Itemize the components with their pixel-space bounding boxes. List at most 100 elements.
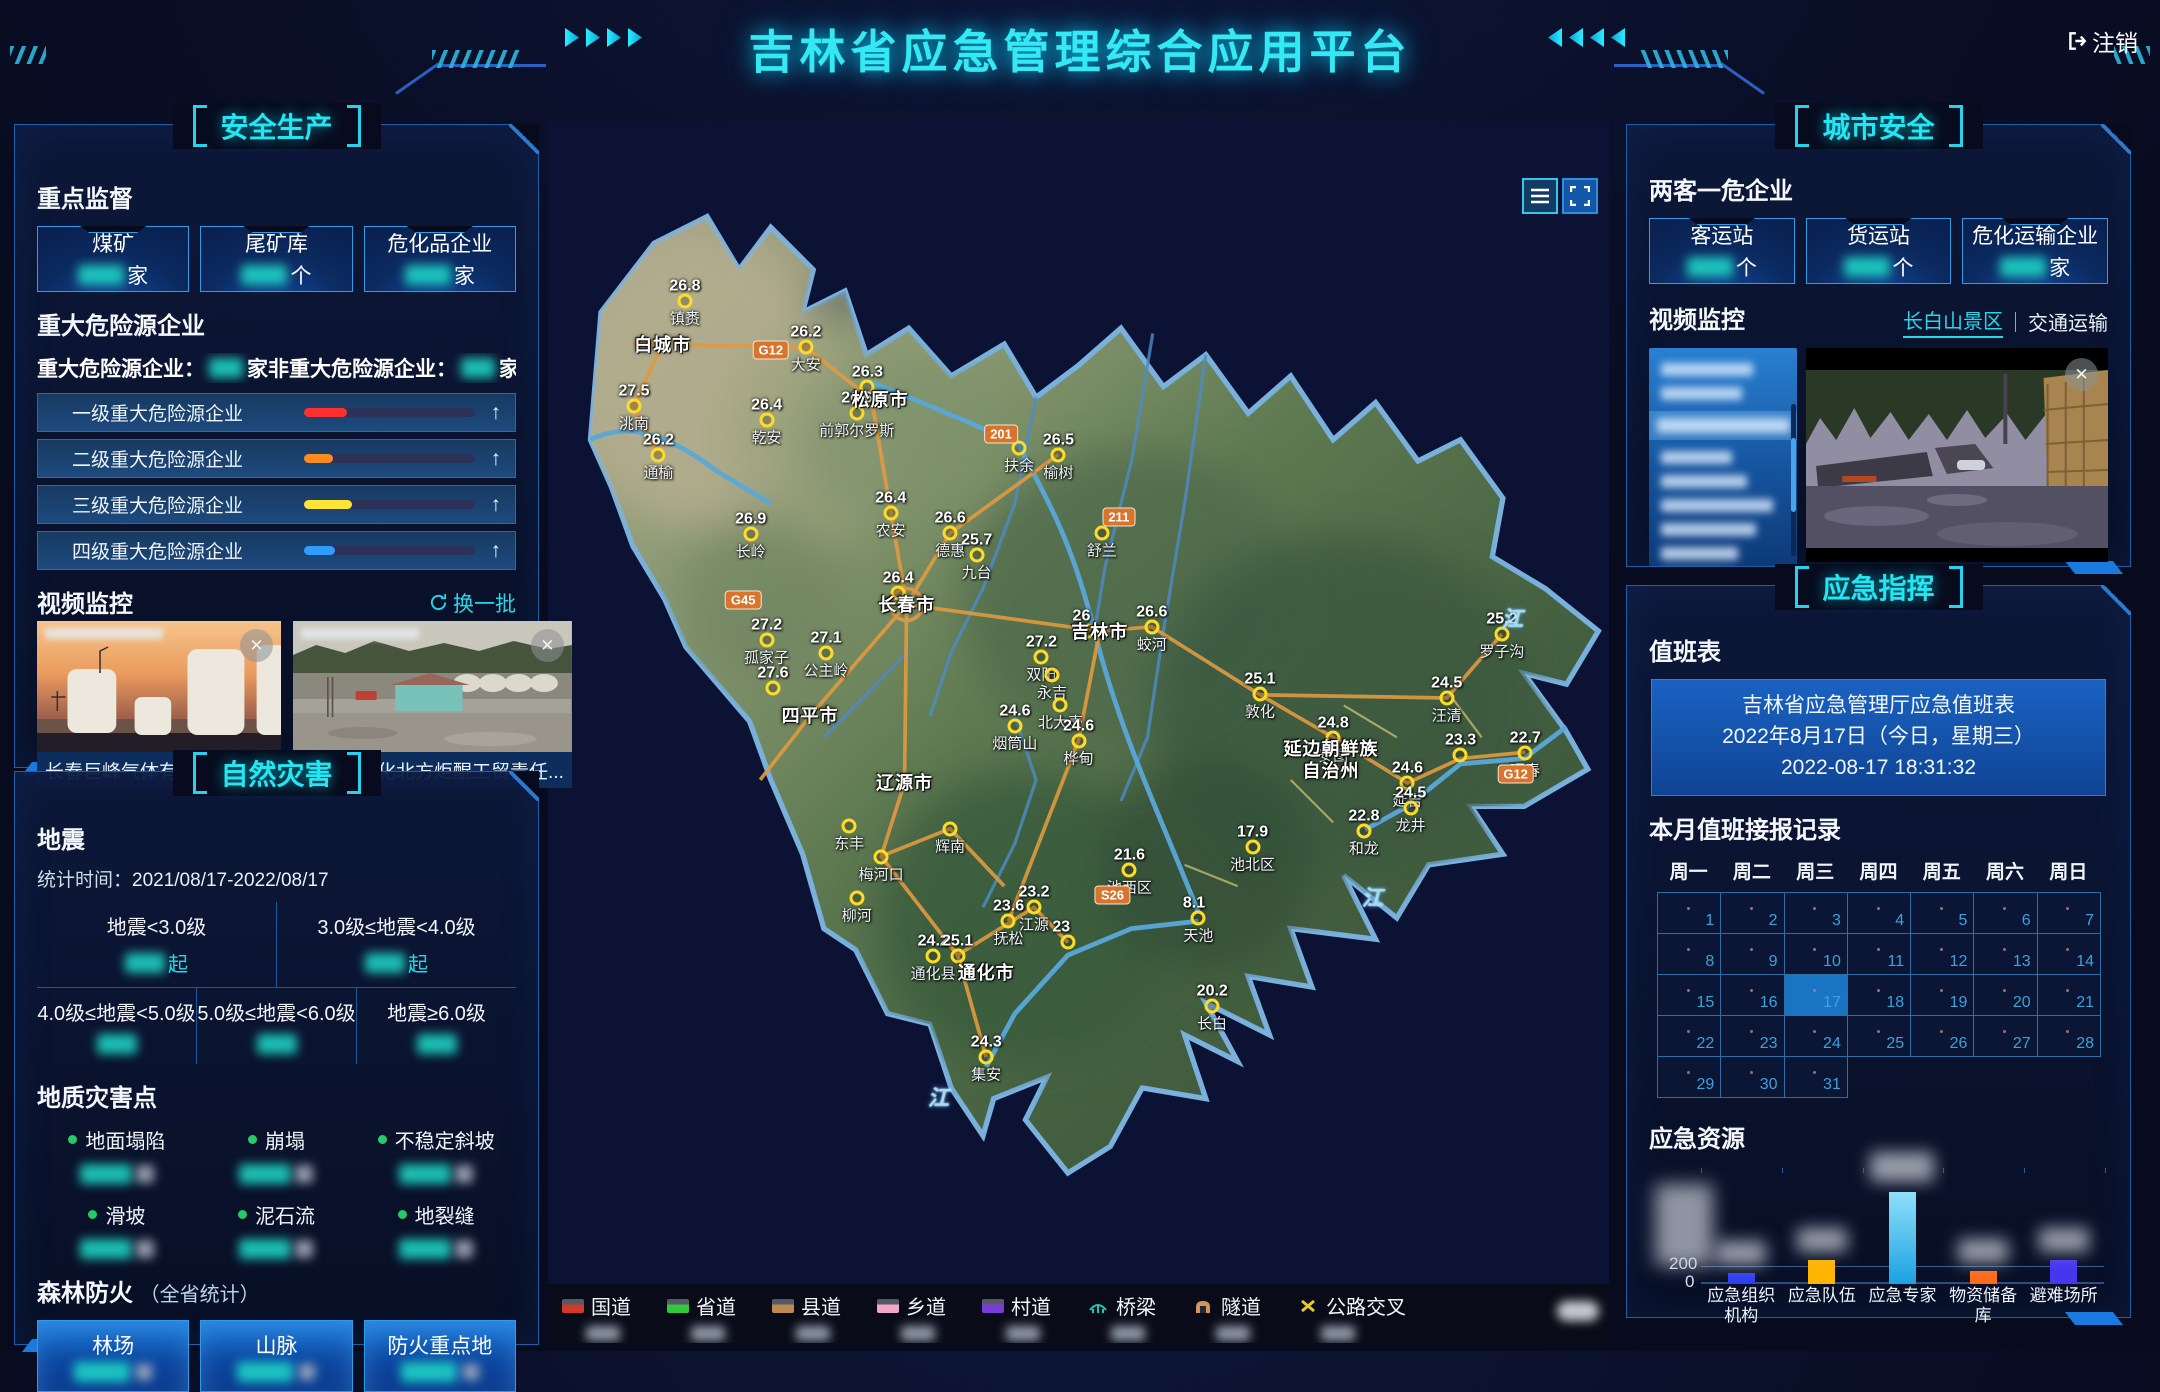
camera-list-item[interactable] [1661,499,1773,512]
calendar-day-22[interactable]: 22 [1657,1015,1721,1057]
calendar-day-number: 13 [2013,953,2031,971]
calendar-day-16[interactable]: 16 [1720,974,1784,1016]
calendar-day-11[interactable]: 11 [1847,933,1911,975]
close-icon[interactable]: ✕ [2065,358,2098,391]
legend-swatch [877,1299,899,1313]
duty-schedule-card[interactable]: 吉林省应急管理厅应急值班表 2022年8月17日（今日，星期三） 2022-08… [1651,679,2106,796]
map-fullscreen-button[interactable] [1562,178,1598,214]
logout-button[interactable]: 注销 [2066,24,2138,58]
calendar-day-27[interactable]: 27 [1973,1015,2037,1057]
section-title-forest: 森林防火 （全省统计） [37,1273,516,1308]
calendar-day-6[interactable]: 6 [1973,892,2037,934]
calendar-day-20[interactable]: 20 [1973,974,2037,1016]
calendar-day-26[interactable]: 26 [1910,1015,1974,1057]
calendar-day-31[interactable]: 31 [1784,1056,1848,1098]
value-redacted [136,1364,152,1380]
camera-list-item[interactable] [1661,547,1738,560]
forest-card-防火重点地[interactable]: 防火重点地 [364,1320,516,1392]
camera-list-item-selected[interactable] [1649,411,1797,440]
card-value: 家 [78,260,148,290]
weather-station-乾安: 26.4乾安 [759,413,774,428]
camera-list-item[interactable] [1661,475,1747,488]
station-name: 和龙 [1349,837,1379,858]
enterprise-card-客运站[interactable]: 客运站个 [1649,218,1795,284]
legend-item-国道[interactable]: 国道 [562,1291,631,1343]
legend-item-公路交叉[interactable]: 公路交叉 [1297,1291,1406,1343]
legend-item-乡道[interactable]: 乡道 [877,1291,946,1343]
calendar-day-19[interactable]: 19 [1910,974,1974,1016]
enterprise-card-危化运输企业[interactable]: 危化运输企业家 [1962,218,2108,284]
camera-timestamp-redacted [45,628,163,639]
calendar-day-5[interactable]: 5 [1910,892,1974,934]
camera-list-item[interactable] [1661,387,1742,400]
calendar-day-15[interactable]: 15 [1657,974,1721,1016]
section-title-resource: 应急资源 [1649,1119,2108,1154]
calendar-day-10[interactable]: 10 [1784,933,1848,975]
list-scrollbar[interactable] [1791,404,1796,556]
legend-item-省道[interactable]: 省道 [667,1291,736,1343]
calendar-day-4[interactable]: 4 [1847,892,1911,934]
supervision-card-尾矿库[interactable]: 尾矿库个 [200,226,352,292]
tab-交通运输[interactable]: 交通运输 [2028,307,2108,336]
calendar-dot [1687,1071,1690,1074]
calendar-day-3[interactable]: 3 [1784,892,1848,934]
calendar-day-29[interactable]: 29 [1657,1056,1721,1098]
calendar-day-23[interactable]: 23 [1720,1015,1784,1057]
calendar-day-25[interactable]: 25 [1847,1015,1911,1057]
arrow-icon [628,28,642,47]
calendar-day-17[interactable]: 17 [1784,974,1848,1016]
calendar-day-number: 22 [1696,1035,1714,1053]
refresh-batch-link[interactable]: 换一批 [429,588,516,618]
map-layers-button[interactable] [1522,178,1558,214]
legend-item-桥梁[interactable]: 桥梁 [1087,1291,1156,1343]
calendar-dot [1750,948,1753,951]
calendar-day-number: 24 [1823,1035,1841,1053]
province-map[interactable]: 26.8镇赉27.5洮南26.2大安26.4乾安26.2通榆26.326.6前郭… [548,121,1609,1343]
calendar-dot [1813,1030,1816,1033]
geo-hazard-item: 泥石流 [197,1200,357,1259]
scrollbar-thumb[interactable] [1791,438,1796,512]
supervision-card-危化品企业[interactable]: 危化品企业家 [364,226,516,292]
tab-长白山景区[interactable]: 长白山景区 [1903,305,2003,338]
calendar-day-30[interactable]: 30 [1720,1056,1784,1098]
calendar-day-13[interactable]: 13 [1973,933,2037,975]
calendar-day-18[interactable]: 18 [1847,974,1911,1016]
calendar-day-7[interactable]: 7 [2037,892,2101,934]
card-unit: 家 [127,260,148,290]
legend-item-县道[interactable]: 县道 [772,1291,841,1343]
calendar-day-2[interactable]: 2 [1720,892,1784,934]
forest-card-林场[interactable]: 林场 [37,1320,189,1392]
value-redacted [74,1362,130,1382]
calendar-day-9[interactable]: 9 [1720,933,1784,975]
legend-item-隧道[interactable]: 隧道 [1192,1291,1261,1343]
close-icon[interactable]: ✕ [240,629,273,662]
calendar-day-1[interactable]: 1 [1657,892,1721,934]
calendar-day-14[interactable]: 14 [2037,933,2101,975]
calendar-day-8[interactable]: 8 [1657,933,1721,975]
card-unit: 个 [1893,252,1914,282]
calendar-day-number: 12 [1950,953,1968,971]
city-video-player[interactable]: ✕ [1806,348,2108,562]
camera-list-item[interactable] [1661,523,1756,536]
calendar-day-24[interactable]: 24 [1784,1015,1848,1057]
up-arrow-icon: ↑ [491,402,502,423]
calendar-day-21[interactable]: 21 [2037,974,2101,1016]
value-redacted [455,1165,473,1183]
station-name: 长岭 [736,541,766,562]
quake-cell: 4.0级≤地震<5.0级 [37,988,196,1064]
camera-list[interactable] [1649,348,1797,566]
calendar-dot [1940,907,1943,910]
forest-card-山脉[interactable]: 山脉 [200,1320,352,1392]
enterprise-card-货运站[interactable]: 货运站个 [1806,218,1952,284]
legend-item-村道[interactable]: 村道 [982,1291,1051,1343]
camera-list-item[interactable] [1661,451,1732,464]
hazard-row: 四级重大危险源企业↑ [37,531,516,570]
forest-subtitle: （全省统计） [140,1284,260,1306]
supervision-card-煤矿[interactable]: 煤矿家 [37,226,189,292]
calendar-day-28[interactable]: 28 [2037,1015,2101,1057]
city-label-通化市: 通化市 [958,962,1015,984]
weekday-周二: 周二 [1720,857,1783,884]
close-icon[interactable]: ✕ [531,629,564,662]
calendar-day-12[interactable]: 12 [1910,933,1974,975]
camera-list-item[interactable] [1661,363,1753,376]
